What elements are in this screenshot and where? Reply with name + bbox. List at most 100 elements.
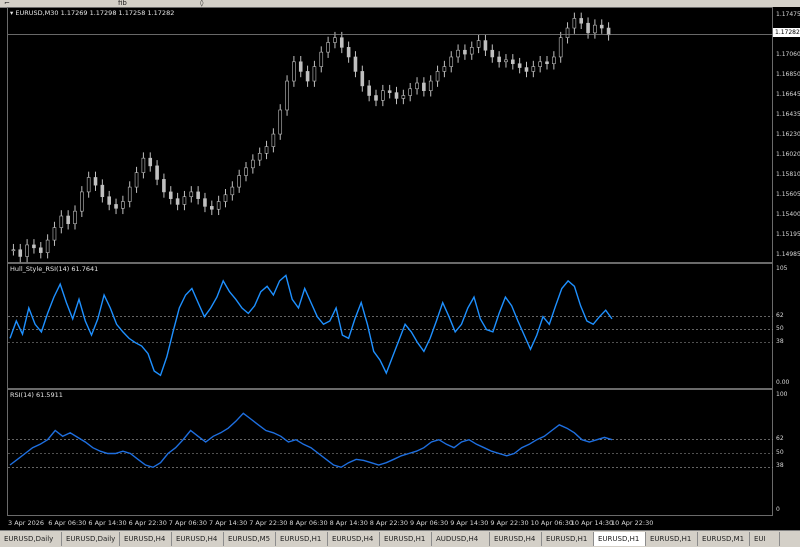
price-scale[interactable]: 1.17475 1.17060 1.16850 1.16645 1.16435 1.162… xyxy=(773,7,800,516)
candle-body xyxy=(524,67,529,72)
time-axis[interactable]: 3 Apr 2026 6 Apr 06:30 6 Apr 14:30 6 Apr 22… xyxy=(0,516,800,530)
candle-body xyxy=(223,194,228,202)
indicator-scale-label: 50 xyxy=(776,448,784,456)
candle-body xyxy=(196,191,200,199)
candle-body xyxy=(148,157,153,167)
rsi-pane[interactable]: RSI(14) 61.5911 xyxy=(7,389,774,517)
price-tick-label: 1.15195 xyxy=(776,230,800,238)
price-tick-label: 1.15400 xyxy=(776,211,800,218)
candle-body xyxy=(360,71,365,87)
candle-body xyxy=(312,66,317,82)
candle-body xyxy=(408,88,412,96)
price-tick-label: 1.16645 xyxy=(776,91,800,98)
candle-body xyxy=(572,18,577,29)
time-tick-label: 10 Apr 14:30 xyxy=(570,519,614,527)
chart-tab[interactable]: EURUSD,H1 xyxy=(276,532,328,546)
hull-rsi-line-chart[interactable] xyxy=(8,264,774,390)
indicator-scale-label: 50 xyxy=(776,324,784,332)
object-icon[interactable]: ◊ xyxy=(200,0,203,7)
candle-body xyxy=(517,63,522,68)
candle-body xyxy=(100,184,105,198)
candle-body xyxy=(565,27,570,38)
dropdown-triangle-icon[interactable]: ▾ xyxy=(10,9,13,17)
candle-body xyxy=(428,80,433,91)
candle-body xyxy=(367,85,371,96)
candle-body xyxy=(558,37,563,58)
chart-area[interactable]: ▾ EURUSD,M30 1.17269 1.17298 1.17258 1.1… xyxy=(7,7,774,517)
chart-tab[interactable]: EURUSD,Daily xyxy=(0,532,62,546)
rsi-label: RSI(14) 61.5911 xyxy=(10,391,63,399)
time-tick-label: 6 Apr 14:30 xyxy=(88,519,127,527)
candlestick-chart[interactable] xyxy=(8,8,774,264)
chart-tab[interactable]: EURUSD,H4 xyxy=(120,532,172,546)
price-tick-label: 1.16020 xyxy=(776,151,800,159)
chart-tab[interactable]: EURUSD,H1 xyxy=(380,532,432,546)
candle-body xyxy=(182,196,187,205)
candle-body xyxy=(346,47,351,58)
chart-tab[interactable]: EURUSD,M5 xyxy=(224,532,276,546)
candle-body xyxy=(552,56,556,65)
candle-body xyxy=(155,165,159,180)
candle-body xyxy=(230,186,235,196)
candle-body xyxy=(401,95,406,99)
indicator-line xyxy=(9,274,613,377)
time-tick-label: 8 Apr 06:30 xyxy=(289,519,328,527)
candle-body xyxy=(586,22,590,34)
candle-body xyxy=(271,133,276,147)
candle-body xyxy=(59,215,64,228)
time-tick-label: 3 Apr 2026 xyxy=(8,519,45,527)
candle-body xyxy=(93,177,98,186)
candle-body xyxy=(504,59,508,63)
candle-body xyxy=(394,92,399,99)
candle-body xyxy=(531,66,536,72)
candle-body xyxy=(305,71,310,82)
candle-body xyxy=(210,206,214,210)
time-tick-label: 10 Apr 22:30 xyxy=(611,519,654,527)
candle-body xyxy=(32,244,36,249)
candle-body xyxy=(353,56,358,72)
candle-body xyxy=(490,49,495,58)
time-tick-label: 8 Apr 22:30 xyxy=(369,519,409,527)
candle-body xyxy=(264,146,269,154)
main-price-pane[interactable]: ▾ EURUSD,M30 1.17269 1.17298 1.17258 1.1… xyxy=(7,7,774,264)
chart-tab[interactable]: EUI xyxy=(750,532,780,546)
chart-tab[interactable]: EURUSD,Daily xyxy=(62,532,120,546)
chart-tab[interactable]: EURUSD,H1 xyxy=(594,532,646,546)
chart-tabs: EURUSD,Daily EURUSD,Daily EURUSD,H4 EURUSD,… xyxy=(0,530,800,547)
candle-body xyxy=(606,27,611,36)
hull-rsi-label: Hull_Style_RSI(14) 61.7641 xyxy=(10,265,99,273)
candle-body xyxy=(244,167,248,176)
candle-body xyxy=(162,179,166,193)
chart-tab[interactable]: AUDUSD,H4 xyxy=(432,532,490,546)
toolbar-icon[interactable]: ⌐ xyxy=(4,0,10,7)
candle-body xyxy=(86,177,91,193)
candle-body xyxy=(483,40,488,51)
candle-body xyxy=(127,186,132,202)
candle-body xyxy=(387,90,392,93)
price-tick-label: 1.16435 xyxy=(776,111,800,119)
chart-tab[interactable]: EURUSD,M1 xyxy=(698,532,750,546)
chart-tab[interactable]: EURUSD,H4 xyxy=(172,532,224,546)
chart-tab[interactable]: EURUSD,H1 xyxy=(646,532,698,546)
candle-body xyxy=(134,172,139,188)
candle-body xyxy=(52,227,57,241)
candle-body xyxy=(545,61,549,65)
candle-body xyxy=(579,18,584,24)
chart-tab[interactable]: EURUSD,H1 xyxy=(542,532,594,546)
rsi-line-chart[interactable] xyxy=(8,390,774,517)
candle-body xyxy=(80,191,84,212)
candle-body xyxy=(511,59,515,65)
candle-body xyxy=(141,157,146,173)
indicator-line xyxy=(9,412,613,469)
candle-body xyxy=(456,49,460,58)
candle-body xyxy=(381,90,385,101)
candle-body xyxy=(189,191,194,198)
price-tick-label: 1.17060 xyxy=(776,51,800,58)
candle-body xyxy=(422,82,426,91)
candle-body xyxy=(449,56,454,67)
hull-rsi-pane[interactable]: Hull_Style_RSI(14) 61.7641 xyxy=(7,263,774,390)
candle-body xyxy=(121,201,125,209)
chart-tab[interactable]: EURUSD,H4 xyxy=(328,532,380,546)
chart-tab[interactable]: EURUSD,H4 xyxy=(490,532,542,546)
fibo-icon[interactable]: fib xyxy=(118,0,127,7)
